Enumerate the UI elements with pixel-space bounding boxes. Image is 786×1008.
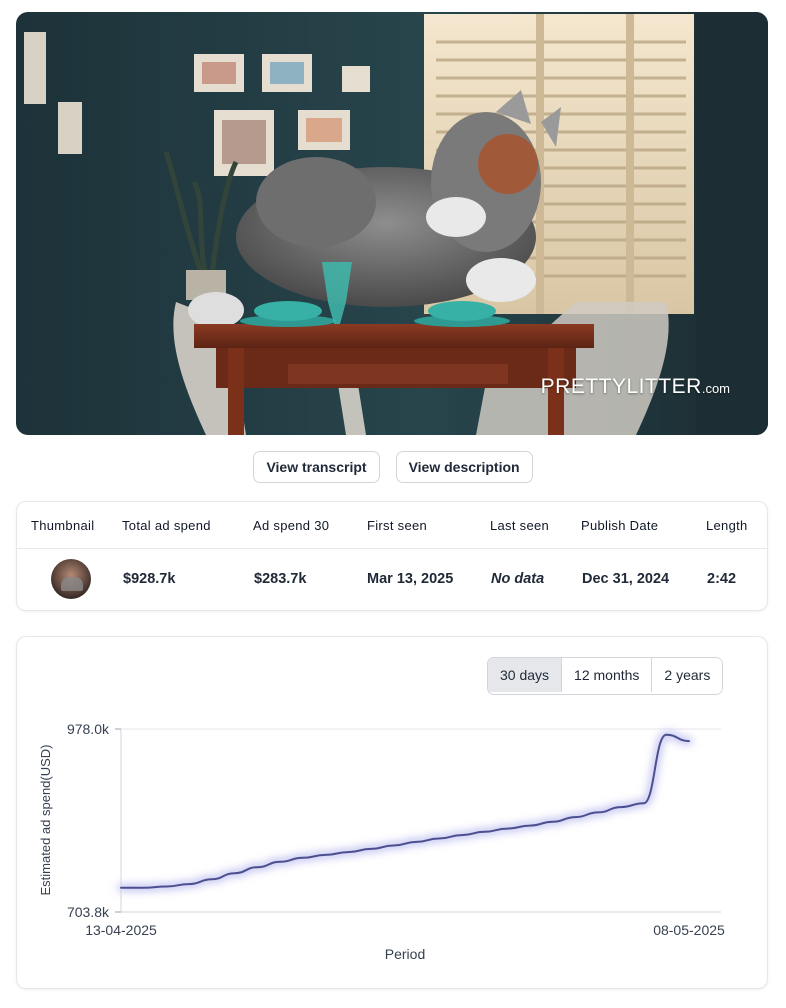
video-thumbnail[interactable]: PRETTYLITTER.com — [16, 12, 768, 435]
x-tick-label-end: 08-05-2025 — [653, 922, 725, 938]
ad-spend-chart-card: 30 days 12 months 2 years 978.0k 703.8k … — [16, 636, 768, 989]
y-tick-label-min: 703.8k — [67, 904, 110, 920]
table-header-row: Thumbnail Total ad spend Ad spend 30 Fir… — [17, 502, 767, 549]
table-row: $928.7k $283.7k Mar 13, 2025 No data Dec… — [17, 549, 767, 609]
header-length: Length — [706, 517, 748, 533]
ad-spend-line-chart: 978.0k 703.8k 13-04-2025 08-05-2025 Peri… — [38, 721, 725, 962]
thumbnail-cell — [51, 549, 91, 609]
view-transcript-button[interactable]: View transcript — [253, 451, 380, 483]
length-value: 2:42 — [707, 571, 737, 587]
header-publish-date: Publish Date — [581, 517, 659, 533]
publish-date-value: Dec 31, 2024 — [582, 571, 670, 587]
video-frame-illustration — [16, 12, 768, 435]
ad-spend-30-value: $283.7k — [254, 571, 307, 587]
header-thumbnail: Thumbnail — [31, 517, 95, 533]
x-tick-label-start: 13-04-2025 — [85, 922, 157, 938]
header-total-ad-spend: Total ad spend — [122, 517, 211, 533]
ad-stats-table: Thumbnail Total ad spend Ad spend 30 Fir… — [16, 501, 768, 611]
total-ad-spend-value: $928.7k — [123, 571, 176, 587]
header-first-seen: First seen — [367, 517, 428, 533]
media-actions: View transcript View description — [0, 451, 786, 485]
last-seen-value: No data — [491, 571, 545, 587]
brand-watermark: PRETTYLITTER.com — [540, 375, 730, 398]
y-tick-label-max: 978.0k — [67, 721, 110, 737]
y-axis-title: Estimated ad spend(USD) — [38, 744, 53, 895]
x-axis-title: Period — [385, 946, 425, 962]
ad-spend-series-line — [120, 733, 690, 889]
view-description-button[interactable]: View description — [395, 451, 533, 483]
ad-thumbnail-avatar[interactable] — [51, 559, 91, 599]
header-ad-spend-30: Ad spend 30 — [253, 517, 330, 533]
first-seen-value: Mar 13, 2025 — [367, 571, 454, 587]
header-last-seen: Last seen — [490, 517, 550, 533]
